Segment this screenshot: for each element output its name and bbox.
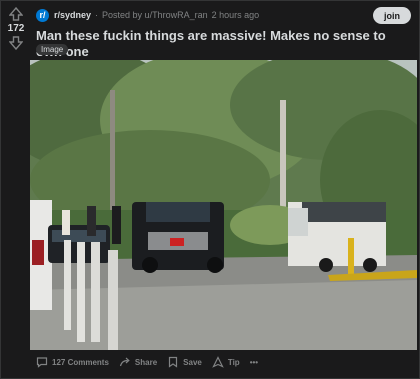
post-header: r/ r/sydney · Posted by u/ThrowRA_ran 2 …	[36, 7, 259, 23]
comment-icon	[36, 357, 48, 368]
post-title[interactable]: Man these fuckin things are massive! Mak…	[36, 28, 409, 60]
comments-button[interactable]: 127 Comments	[36, 356, 109, 368]
save-button[interactable]: Save	[167, 356, 202, 368]
more-icon: •••	[249, 357, 259, 367]
save-icon	[169, 356, 178, 368]
upvote-icon[interactable]	[9, 7, 23, 21]
post-flair: Image	[36, 44, 69, 55]
meta-dot: ·	[95, 10, 99, 20]
share-button[interactable]: Share	[119, 356, 157, 368]
post-actions: 127 Comments Share Save Tip •••	[36, 354, 268, 370]
subreddit-link[interactable]: r/sydney	[54, 10, 91, 20]
posted-by[interactable]: Posted by u/ThrowRA_ran	[102, 10, 208, 20]
downvote-icon[interactable]	[9, 36, 23, 50]
vote-column: 172	[1, 1, 31, 50]
post-card[interactable]: 172 r/ r/sydney · Posted by u/ThrowRA_ra…	[0, 0, 420, 379]
tip-button[interactable]: Tip	[212, 356, 240, 368]
comments-label: 127 Comments	[52, 357, 109, 367]
more-button[interactable]: •••	[250, 358, 258, 367]
tip-icon	[212, 356, 224, 368]
save-label: Save	[183, 357, 202, 367]
share-label: Share	[134, 357, 158, 367]
join-button[interactable]: join	[373, 7, 411, 24]
vote-score: 172	[7, 23, 25, 34]
post-image[interactable]	[30, 60, 417, 350]
post-time: 2 hours ago	[211, 10, 260, 20]
share-icon	[119, 357, 130, 367]
subreddit-icon[interactable]: r/	[36, 8, 49, 22]
tip-label: Tip	[227, 357, 240, 367]
parking-lot-photo	[30, 60, 417, 350]
